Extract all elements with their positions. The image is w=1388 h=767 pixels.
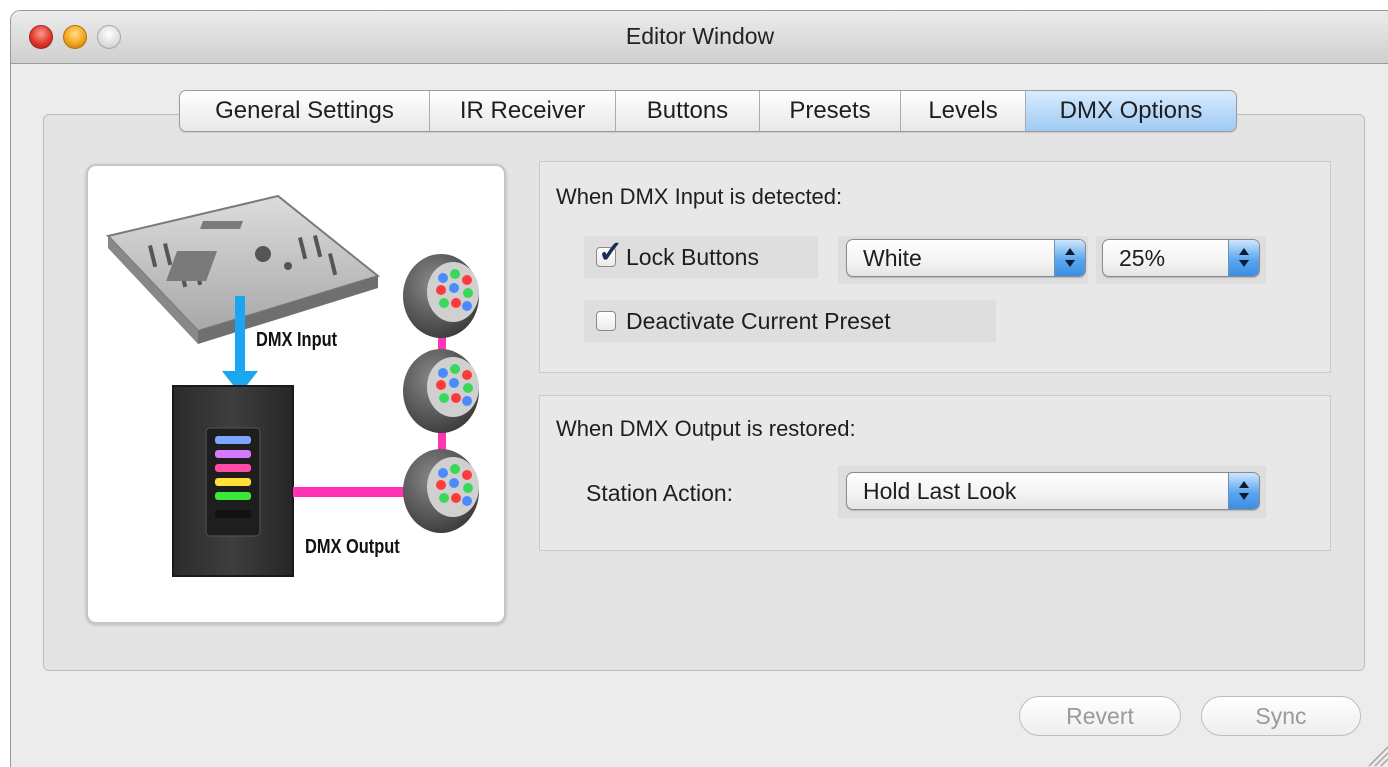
checkmark-icon: ✓ bbox=[598, 236, 624, 269]
level-popup[interactable]: 25% bbox=[1102, 239, 1260, 277]
dmx-diagram-graphic bbox=[106, 194, 479, 577]
dmx-diagram-illustration: DMX Input DMX Output bbox=[86, 164, 506, 624]
resize-grip-icon[interactable] bbox=[1363, 741, 1388, 767]
deactivate-preset-checkbox[interactable] bbox=[596, 311, 616, 331]
deactivate-preset-label: Deactivate Current Preset bbox=[626, 308, 891, 334]
window-title: Editor Window bbox=[625, 23, 775, 49]
popup-arrows-icon bbox=[1228, 240, 1259, 276]
popup-arrows-icon bbox=[1228, 473, 1259, 509]
led-fixture-middle bbox=[403, 349, 479, 433]
editor-window: Editor Window General Settings IR Receiv… bbox=[10, 10, 1388, 767]
dmx-output-group-title: When DMX Output is restored: bbox=[556, 416, 856, 441]
color-popup-value: White bbox=[863, 245, 922, 271]
station-action-label: Station Action: bbox=[586, 480, 734, 506]
tab-presets[interactable]: Presets bbox=[760, 91, 901, 131]
led-fixture-top bbox=[403, 254, 479, 338]
tab-bar: General Settings IR Receiver Buttons Pre… bbox=[179, 90, 1237, 132]
lock-buttons-checkbox[interactable]: ✓ bbox=[596, 238, 623, 268]
tab-levels[interactable]: Levels bbox=[901, 91, 1026, 131]
dmx-input-group-title: When DMX Input is detected: bbox=[556, 184, 843, 209]
dmx-output-label: DMX Output bbox=[305, 536, 400, 558]
dmx-input-label: DMX Input bbox=[256, 329, 338, 351]
revert-button[interactable]: Revert bbox=[1019, 696, 1181, 736]
station-action-popup[interactable]: Hold Last Look bbox=[846, 472, 1260, 510]
wall-station-image bbox=[172, 385, 294, 577]
lock-buttons-label: Lock Buttons bbox=[626, 244, 759, 270]
led-fixture-bottom bbox=[403, 449, 479, 533]
tab-dmx-options[interactable]: DMX Options bbox=[1026, 91, 1236, 131]
station-action-popup-value: Hold Last Look bbox=[863, 478, 1017, 504]
tab-general-settings[interactable]: General Settings bbox=[180, 91, 430, 131]
dmx-output-group: When DMX Output is restored: Station Act… bbox=[539, 395, 1331, 551]
tab-ir-receiver[interactable]: IR Receiver bbox=[430, 91, 616, 131]
color-popup[interactable]: White bbox=[846, 239, 1086, 277]
sync-button[interactable]: Sync bbox=[1201, 696, 1361, 736]
tab-buttons[interactable]: Buttons bbox=[616, 91, 760, 131]
level-popup-value: 25% bbox=[1119, 245, 1166, 271]
dmx-input-group: When DMX Input is detected: ✓ Lock Butto… bbox=[539, 161, 1331, 373]
popup-arrows-icon bbox=[1054, 240, 1085, 276]
title-bar[interactable]: Editor Window bbox=[11, 11, 1388, 64]
